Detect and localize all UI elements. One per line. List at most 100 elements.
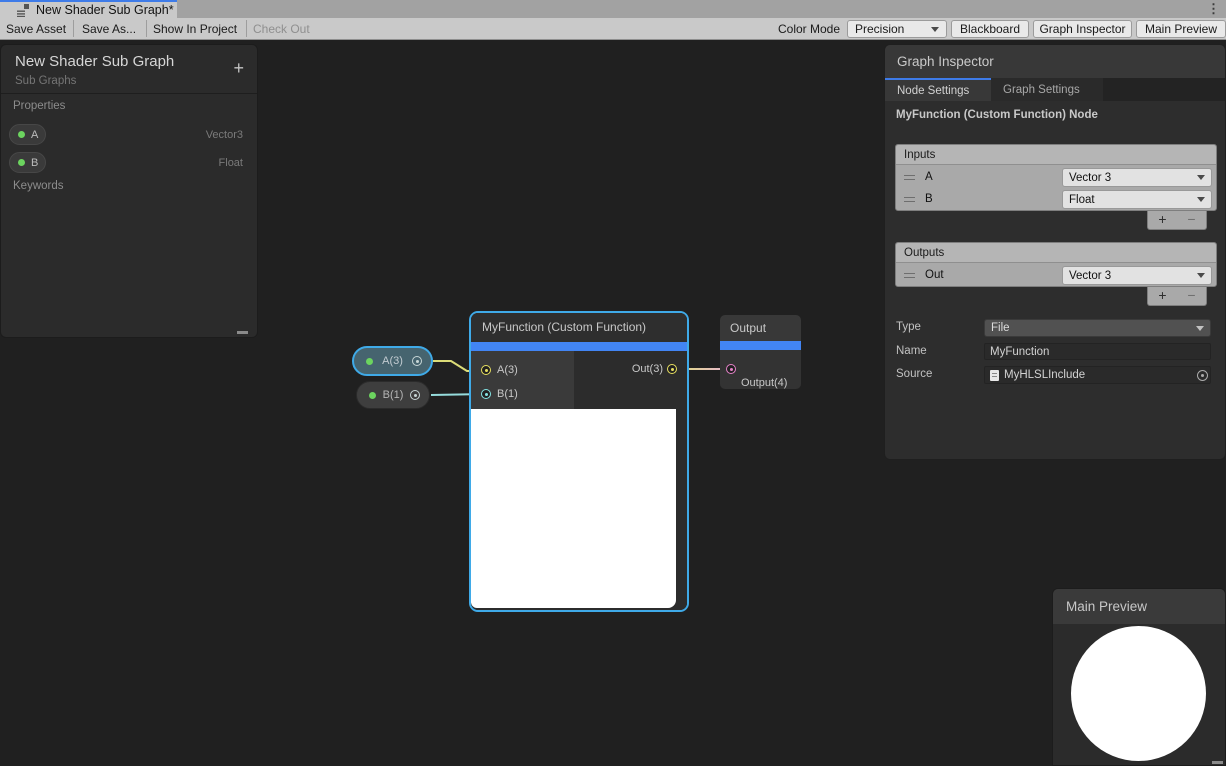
shader-graph-icon [17, 4, 30, 17]
divider [246, 20, 247, 37]
inputs-row-b[interactable]: B Float [896, 189, 1216, 210]
remove-output-button[interactable]: − [1177, 287, 1206, 305]
tab-node-settings[interactable]: Node Settings [885, 78, 991, 101]
input-ports-column [471, 351, 574, 409]
property-node-label: B(1) [379, 389, 408, 401]
custom-function-node-ports: A(3) B(1) Out(3) [471, 351, 687, 409]
node-category-bar [471, 342, 687, 351]
graph-inspector-toggle-button[interactable]: Graph Inspector [1033, 20, 1132, 38]
property-dot-icon [18, 131, 25, 138]
graph-inspector-titlebar[interactable]: Graph Inspector [885, 45, 1225, 78]
chevron-down-icon [931, 27, 939, 32]
function-input-port-a-icon[interactable] [481, 365, 491, 375]
main-preview-toggle-button[interactable]: Main Preview [1136, 20, 1226, 38]
property-b-output-port-icon[interactable] [410, 390, 420, 400]
color-mode-label: Color Mode [778, 22, 840, 36]
drag-handle-icon[interactable] [904, 197, 915, 202]
output-name: Out [925, 269, 944, 281]
property-a-output-port-icon[interactable] [412, 356, 422, 366]
preview-sphere [1071, 626, 1206, 761]
graph-inspector-title: Graph Inspector [897, 54, 994, 69]
tab-graph-settings[interactable]: Graph Settings [991, 78, 1103, 101]
input-b-type-dropdown[interactable]: Float [1062, 190, 1212, 209]
add-property-button[interactable]: + [233, 59, 244, 77]
outputs-list: Outputs Out Vector 3 [895, 242, 1217, 287]
save-asset-button[interactable]: Save Asset [6, 22, 66, 36]
selected-node-title: MyFunction (Custom Function) Node [896, 109, 1098, 121]
name-field-label: Name [896, 345, 927, 357]
resize-handle[interactable] [1212, 761, 1223, 764]
property-type-label: Vector3 [206, 129, 243, 141]
window-tab-bar: New Shader Sub Graph* ⋮ [0, 0, 1226, 18]
divider [1, 93, 257, 94]
window-menu-icon[interactable]: ⋮ [1207, 1, 1220, 17]
add-input-button[interactable]: + [1148, 211, 1177, 229]
chevron-down-icon [1197, 175, 1205, 180]
main-preview-panel: Main Preview [1052, 588, 1226, 766]
property-name: A [31, 129, 38, 141]
remove-input-button[interactable]: − [1177, 211, 1206, 229]
property-node-a[interactable]: A(3) [352, 346, 433, 376]
output-node-title[interactable]: Output [720, 315, 801, 341]
properties-section-label: Properties [13, 100, 65, 112]
input-name: A [925, 171, 933, 183]
outputs-list-header: Outputs [896, 243, 1216, 263]
output-node-port-label: Output(4) [741, 377, 787, 389]
output-node[interactable]: Output Output(4) [720, 315, 801, 389]
blackboard-property-b[interactable]: B [9, 152, 46, 173]
file-icon [990, 370, 999, 381]
outputs-row-out[interactable]: Out Vector 3 [896, 265, 1216, 286]
document-tab[interactable]: New Shader Sub Graph* [0, 0, 177, 18]
dropdown-value: Vector 3 [1069, 270, 1111, 282]
node-preview [471, 409, 676, 608]
blackboard-property-a[interactable]: A [9, 124, 46, 145]
color-mode-dropdown[interactable]: Precision [847, 20, 947, 38]
function-output-port-icon[interactable] [667, 364, 677, 374]
divider [146, 20, 147, 37]
name-field-value: MyFunction [990, 346, 1049, 358]
output-type-dropdown[interactable]: Vector 3 [1062, 266, 1212, 285]
resize-handle[interactable] [237, 331, 248, 334]
check-out-button: Check Out [253, 22, 310, 36]
blackboard-title: New Shader Sub Graph [15, 53, 174, 70]
blackboard-toggle-button[interactable]: Blackboard [951, 20, 1029, 38]
drag-handle-icon[interactable] [904, 175, 915, 180]
custom-function-node-title[interactable]: MyFunction (Custom Function) [471, 313, 687, 342]
inputs-row-a[interactable]: A Vector 3 [896, 167, 1216, 188]
save-as-button[interactable]: Save As... [82, 22, 136, 36]
input-port-label-a: A(3) [497, 364, 518, 376]
custom-function-node[interactable]: MyFunction (Custom Function) A(3) B(1) O… [469, 311, 689, 612]
add-output-button[interactable]: + [1148, 287, 1177, 305]
source-object-field[interactable]: MyHLSLInclude [984, 366, 1211, 384]
input-port-label-b: B(1) [497, 388, 518, 400]
output-port-label-out: Out(3) [632, 363, 663, 375]
blackboard-panel: New Shader Sub Graph + Sub Graphs Proper… [0, 44, 258, 338]
name-text-field[interactable]: MyFunction [984, 343, 1211, 360]
shader-graph-window: A(3) B(1) MyFunction (Custom Function) A… [0, 0, 1226, 766]
inputs-list: Inputs A Vector 3 B Float [895, 144, 1217, 211]
property-dot-icon [366, 358, 373, 365]
property-node-b[interactable]: B(1) [356, 381, 430, 409]
chevron-down-icon [1197, 273, 1205, 278]
property-node-label: A(3) [378, 355, 407, 367]
drag-handle-icon[interactable] [904, 273, 915, 278]
dropdown-value: Precision [855, 22, 904, 36]
dropdown-value: File [991, 322, 1010, 334]
show-in-project-button[interactable]: Show In Project [153, 22, 237, 36]
dropdown-value: Float [1069, 194, 1095, 206]
node-category-bar [720, 341, 801, 350]
chevron-down-icon [1196, 326, 1204, 331]
output-node-input-port-icon[interactable] [726, 364, 736, 374]
inputs-list-header: Inputs [896, 145, 1216, 165]
outputs-list-footer: + − [1147, 287, 1207, 306]
function-input-port-b-icon[interactable] [481, 389, 491, 399]
dropdown-value: Vector 3 [1069, 172, 1111, 184]
blackboard-subtitle: Sub Graphs [15, 75, 76, 87]
inputs-list-footer: + − [1147, 211, 1207, 230]
property-dot-icon [18, 159, 25, 166]
source-field-label: Source [896, 368, 932, 380]
main-preview-title[interactable]: Main Preview [1053, 589, 1225, 624]
object-picker-icon[interactable] [1197, 370, 1208, 381]
type-dropdown[interactable]: File [984, 319, 1211, 337]
input-a-type-dropdown[interactable]: Vector 3 [1062, 168, 1212, 187]
